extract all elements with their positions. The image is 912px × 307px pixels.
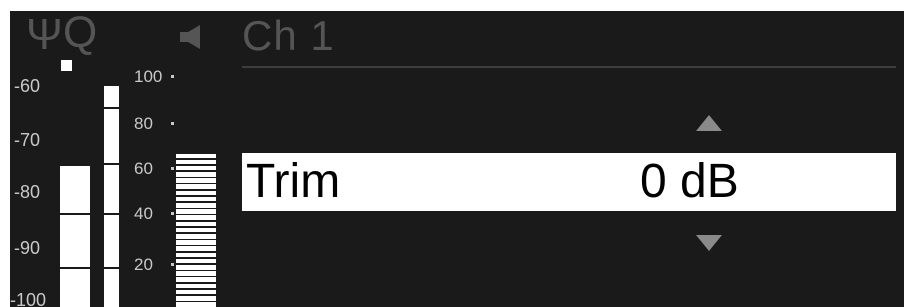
rf-scale-label: -60 — [14, 76, 41, 96]
trim-label: Trim — [246, 155, 341, 208]
lcd-panel: Ψ Q Ch 1 -60 -70 -80 -90 -100 100 80 60 … — [10, 11, 904, 307]
af-scale-tick — [171, 75, 174, 78]
level-scale-segment — [176, 207, 216, 210]
af-scale-label: 100 — [134, 67, 163, 86]
af-scale-tick — [171, 212, 174, 215]
rf-bar-tick — [60, 267, 90, 269]
af-scale-tick — [171, 122, 174, 125]
trim-value[interactable]: 0 dB — [640, 156, 739, 208]
level-scale-segment — [176, 164, 216, 166]
rf-scale-label: -90 — [14, 238, 41, 258]
level-scale-segment — [176, 251, 216, 253]
level-scale-segment — [176, 182, 216, 185]
af-scale-tick — [171, 263, 174, 266]
level-scale-segment — [176, 232, 216, 234]
channel-name: Ch 1 — [242, 12, 335, 59]
header-divider — [242, 66, 896, 68]
antenna-icon: Ψ — [26, 11, 63, 59]
level-scale-segment — [176, 170, 216, 172]
rf-scale-label: -80 — [14, 182, 41, 202]
q-icon: Q — [63, 11, 98, 57]
trim-menu-item[interactable]: Trim 0 dB — [242, 153, 896, 211]
af-bar-tick — [104, 107, 119, 109]
level-scale-segment — [176, 288, 216, 290]
up-arrow-icon[interactable] — [696, 115, 722, 131]
af-scale-label: 40 — [134, 204, 153, 223]
level-scale-segment — [176, 244, 216, 247]
level-scale-segment — [176, 269, 216, 272]
level-scale-segment — [176, 213, 216, 216]
level-scale-segment — [176, 226, 216, 228]
rf-level-bar — [60, 165, 90, 307]
af-scale-label: 60 — [134, 159, 153, 178]
level-scale-segment — [176, 294, 216, 296]
down-arrow-icon[interactable] — [696, 235, 722, 251]
level-scale-segment — [176, 257, 216, 259]
receiver-display: Ψ Q Ch 1 -60 -70 -80 -90 -100 100 80 60 … — [0, 0, 912, 307]
level-scale-segment — [176, 238, 216, 241]
level-scale-segment — [176, 282, 216, 284]
level-scale-segment — [176, 220, 216, 222]
rf-scale-label: -100 — [10, 290, 47, 307]
level-scale-segment — [176, 201, 216, 203]
level-scale-segment — [176, 300, 216, 303]
af-bar-tick — [104, 267, 119, 269]
level-scale-segment — [176, 195, 216, 197]
af-scale-tick — [171, 167, 174, 170]
level-scale-segment — [176, 176, 216, 179]
trim-level-scale — [176, 154, 216, 307]
level-scale-segment — [176, 189, 216, 191]
af-bar-tick — [104, 163, 119, 165]
rf-peak-indicator — [61, 60, 72, 71]
level-scale-segment — [176, 158, 216, 160]
speaker-icon — [180, 25, 202, 54]
af-level-bar — [104, 86, 119, 307]
af-bar-tick — [104, 213, 119, 215]
level-scale-segment — [176, 263, 216, 265]
rf-bar-tick — [60, 213, 90, 215]
af-scale-label: 80 — [134, 114, 153, 133]
rf-scale-label: -70 — [14, 130, 41, 150]
level-scale-segment — [176, 275, 216, 278]
af-scale-label: 20 — [134, 255, 153, 274]
